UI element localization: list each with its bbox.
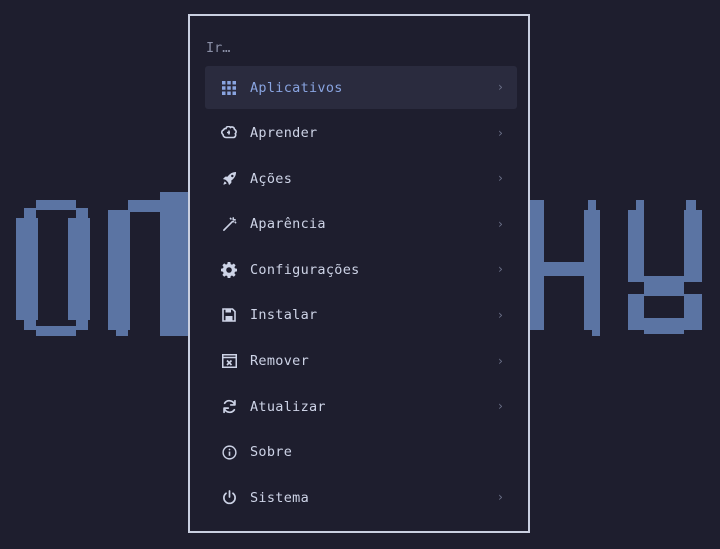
menu-item-aparencia[interactable]: Aparência › (205, 203, 517, 246)
chevron-right-icon: › (496, 399, 504, 414)
menu-item-label: Ações (250, 170, 293, 187)
menu-item-label: Instalar (250, 307, 318, 324)
magic-wand-icon (221, 216, 237, 232)
menu-item-label: Sistema (250, 489, 309, 506)
menu-item-configuracoes[interactable]: Configurações › (205, 248, 517, 291)
brain-icon (221, 125, 237, 141)
desktop: Aplicativos › Aprender › (0, 0, 720, 549)
menu-item-aprender[interactable]: Aprender › (205, 112, 517, 155)
menu-item-label: Aparência (250, 216, 326, 233)
chevron-right-icon: › (496, 490, 504, 505)
search-input[interactable] (206, 38, 506, 58)
menu-item-label: Aplicativos (250, 79, 343, 96)
chevron-right-icon: › (496, 125, 504, 140)
chevron-right-icon: › (496, 216, 504, 231)
chevron-right-icon: › (496, 171, 504, 186)
floppy-disk-icon (221, 307, 237, 323)
menu-item-label: Configurações (250, 261, 360, 278)
chevron-right-icon: › (496, 262, 504, 277)
menu-item-sistema[interactable]: Sistema › (205, 476, 517, 519)
menu-list: Aplicativos › Aprender › Ações › Aparênc… (205, 66, 517, 522)
menu-item-label: Aprender (250, 125, 318, 142)
info-icon (221, 444, 237, 460)
chevron-right-icon: › (496, 307, 504, 322)
launcher-menu: Aplicativos › Aprender › (188, 14, 530, 533)
gear-icon (221, 261, 237, 278)
menu-item-remover[interactable]: Remover › (205, 340, 517, 383)
refresh-icon (221, 399, 237, 415)
menu-item-label: Sobre (250, 444, 293, 461)
chevron-right-icon: › (496, 353, 504, 368)
menu-item-atualizar[interactable]: Atualizar › (205, 385, 517, 428)
chevron-right-icon: › (496, 80, 504, 94)
menu-item-instalar[interactable]: Instalar › (205, 294, 517, 337)
menu-item-label: Atualizar (250, 398, 326, 415)
menu-item-acoes[interactable]: Ações › (205, 157, 517, 200)
window-close-icon (221, 353, 237, 369)
power-icon (221, 490, 237, 506)
menu-item-aplicativos[interactable]: Aplicativos › (205, 66, 517, 109)
rocket-icon (221, 171, 237, 187)
menu-item-sobre[interactable]: Sobre (205, 431, 517, 474)
grid-icon (221, 80, 237, 96)
menu-item-label: Remover (250, 353, 309, 370)
